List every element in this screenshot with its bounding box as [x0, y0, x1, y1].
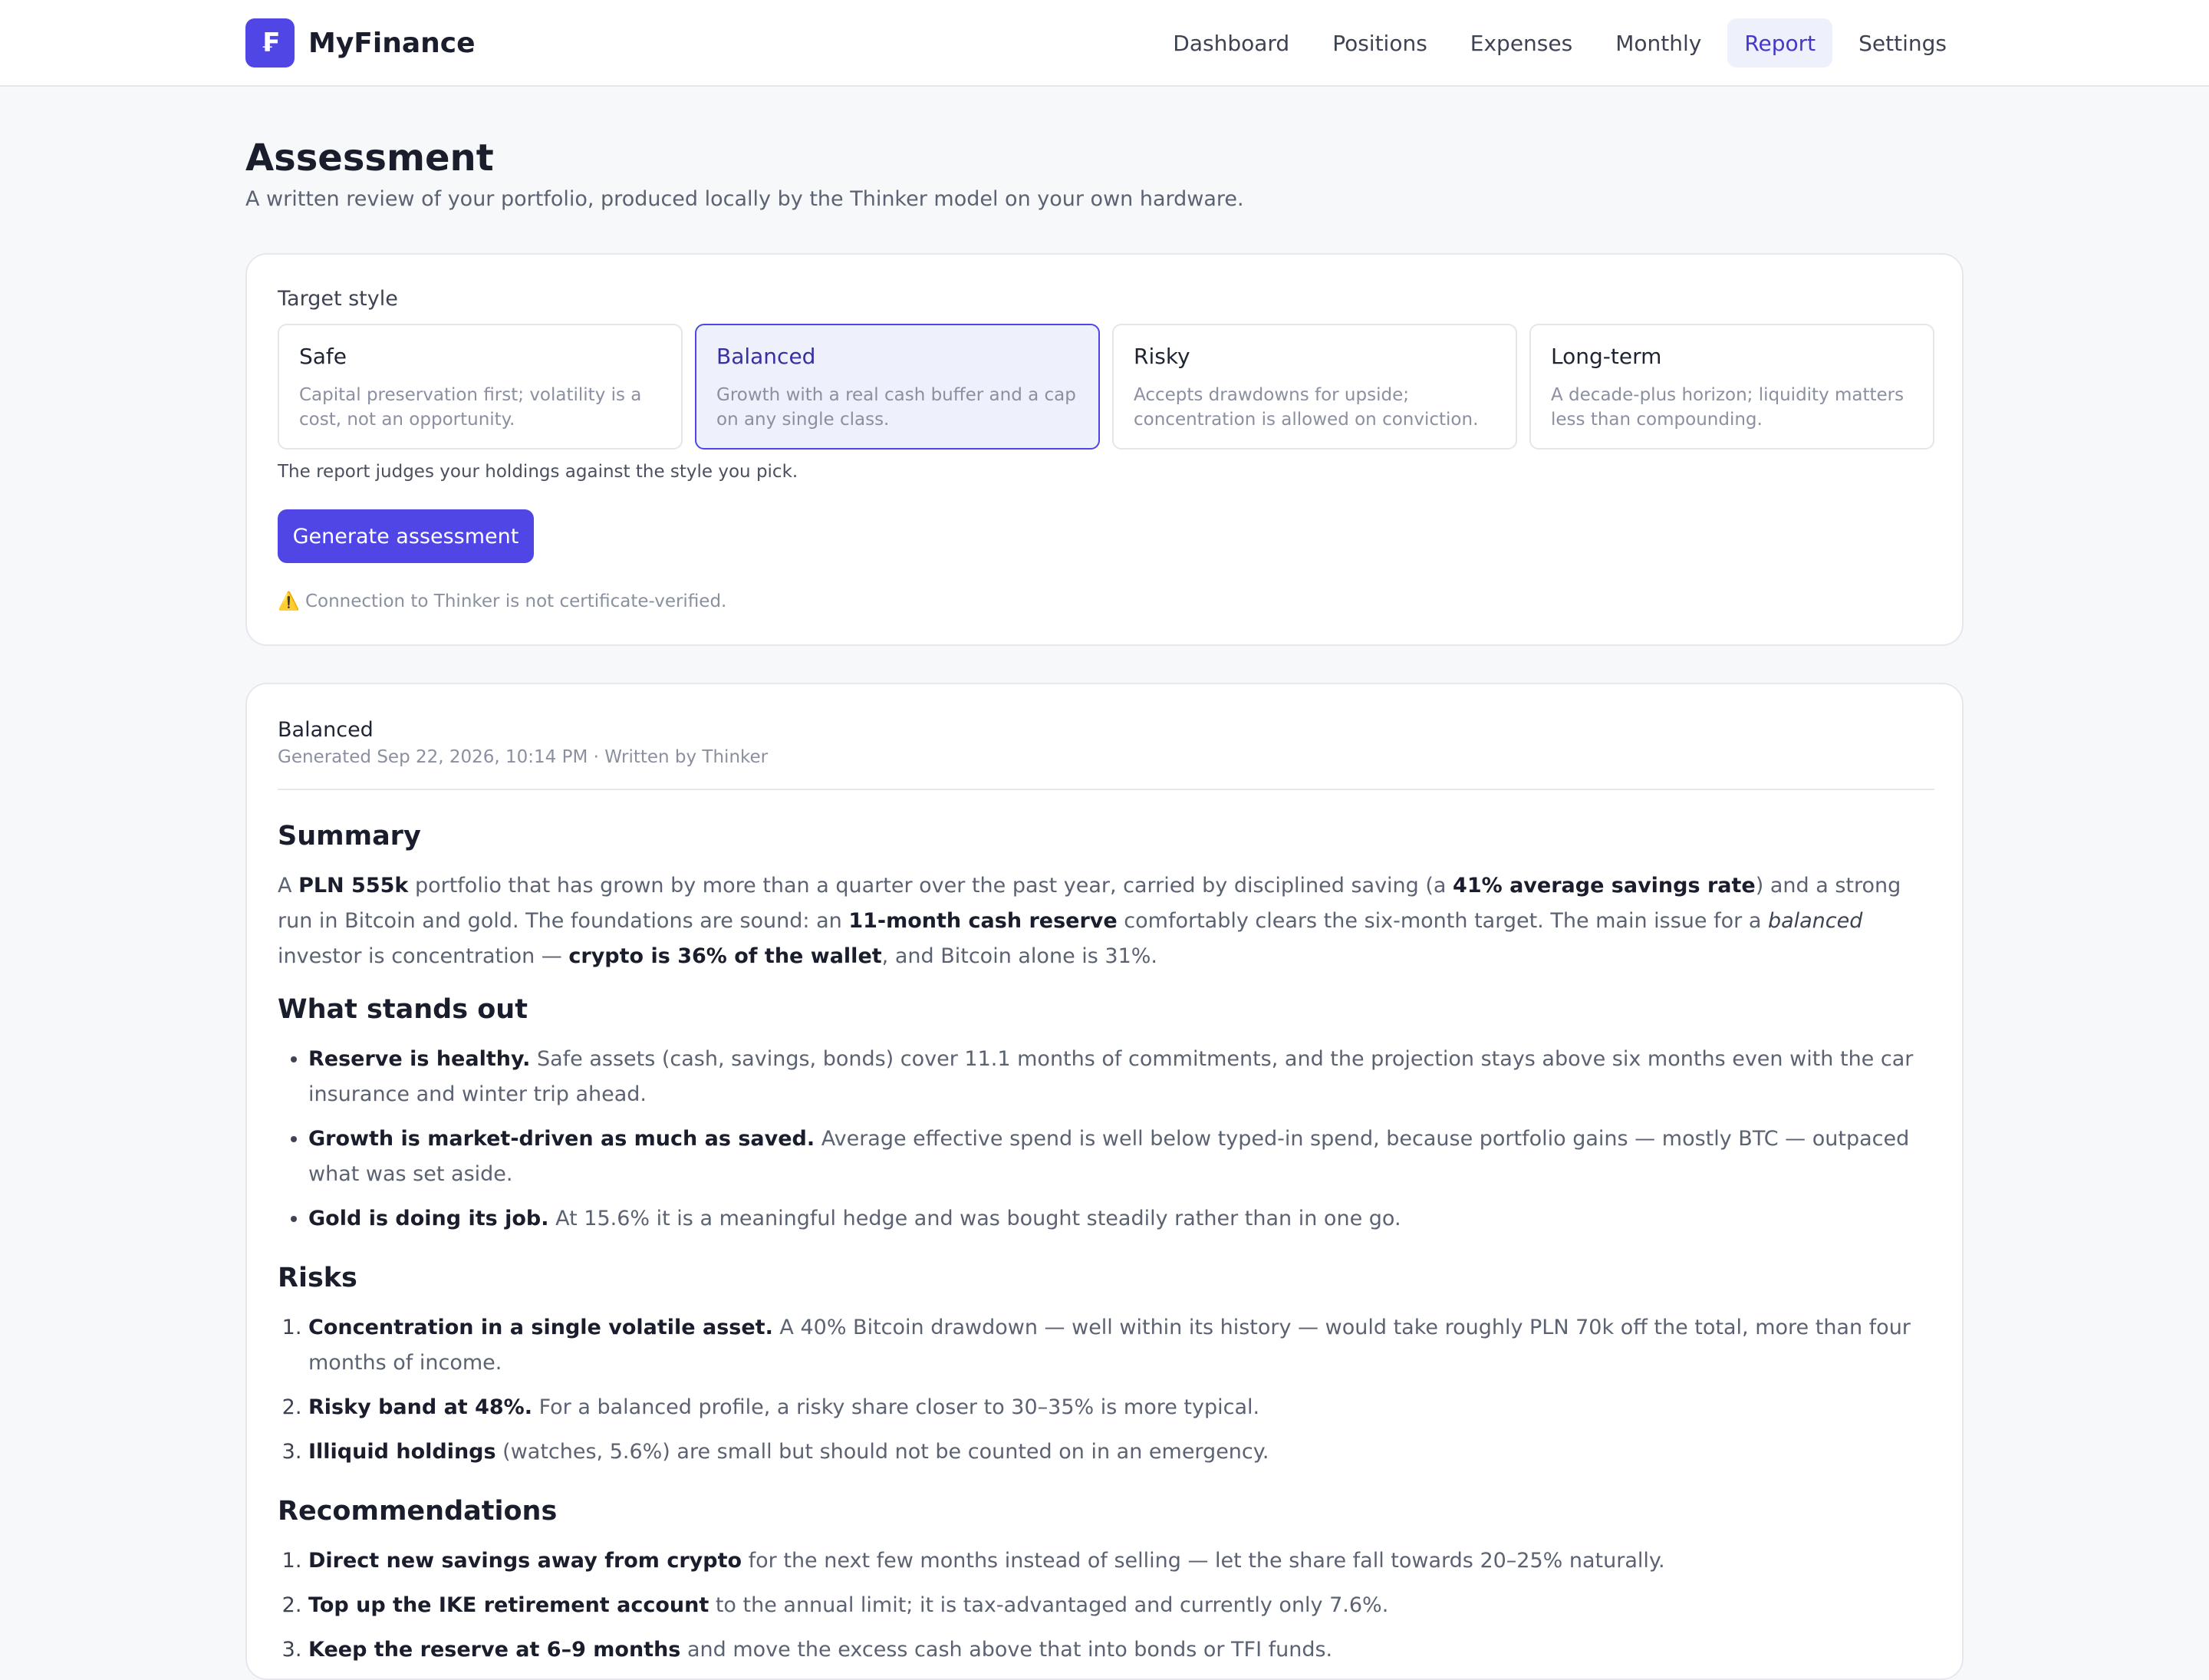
main-nav: Dashboard Positions Expenses Monthly Rep… [1147, 18, 1964, 68]
brand[interactable]: ₣ MyFinance [245, 18, 476, 68]
target-style-card: Target style Safe Capital preservation f… [245, 253, 1964, 646]
top-bar: ₣ MyFinance Dashboard Positions Expenses… [0, 0, 2209, 87]
app-logo-icon: ₣ [245, 18, 295, 68]
list-item: Direct new savings away from crypto for … [308, 1543, 1934, 1579]
list-item: Gold is doing its job. At 15.6% it is a … [308, 1201, 1934, 1237]
style-option-safe[interactable]: Safe Capital preservation first; volatil… [278, 324, 683, 450]
target-style-label: Target style [278, 287, 398, 311]
list-item: Growth is market-driven as much as saved… [308, 1122, 1934, 1192]
app-name: MyFinance [308, 27, 476, 59]
list-item: Reserve is healthy. Safe assets (cash, s… [308, 1042, 1934, 1112]
stands-out-heading: What stands out [278, 994, 528, 1025]
style-option-name: Safe [299, 344, 347, 369]
nav-expenses[interactable]: Expenses [1453, 18, 1589, 68]
nav-settings[interactable]: Settings [1842, 18, 1964, 68]
style-option-name: Balanced [716, 344, 816, 369]
list-item: Illiquid holdings (watches, 5.6%) are sm… [308, 1435, 1934, 1470]
recommendations-list: Direct new savings away from crypto for … [278, 1543, 1934, 1668]
summary-heading: Summary [278, 821, 421, 852]
style-option-risky[interactable]: Risky Accepts drawdowns for upside; conc… [1112, 324, 1517, 450]
target-style-options: Safe Capital preservation first; volatil… [278, 324, 1934, 450]
report-style: Balanced [278, 718, 374, 742]
nav-monthly[interactable]: Monthly [1598, 18, 1718, 68]
style-option-balanced[interactable]: Balanced Growth with a real cash buffer … [695, 324, 1100, 450]
report-body: Summary A PLN 555k portfolio that has gr… [278, 819, 1934, 1677]
list-item: Top up the IKE retirement account to the… [308, 1588, 1934, 1623]
warning-text: Connection to Thinker is not certificate… [305, 591, 727, 611]
risks-heading: Risks [278, 1263, 357, 1293]
list-item: Concentration in a single volatile asset… [308, 1310, 1934, 1381]
style-option-long-term[interactable]: Long-term A decade-plus horizon; liquidi… [1529, 324, 1934, 450]
list-item: Keep the reserve at 6–9 months and move … [308, 1632, 1934, 1668]
warning-icon: ⚠️ [278, 591, 300, 611]
recommendations-heading: Recommendations [278, 1496, 558, 1527]
style-hint: The report judges your holdings against … [278, 462, 798, 482]
nav-report[interactable]: Report [1727, 18, 1833, 68]
nav-dashboard[interactable]: Dashboard [1156, 18, 1306, 68]
page-subtitle: A written review of your portfolio, prod… [245, 187, 1244, 211]
divider [278, 789, 1934, 790]
summary-paragraph: A PLN 555k portfolio that has grown by m… [278, 874, 1901, 968]
style-option-description: Capital preservation first; volatility i… [299, 385, 642, 430]
page-title: Assessment [245, 137, 494, 180]
list-item: Risky band at 48%. For a balanced profil… [308, 1390, 1934, 1425]
stands-out-list: Reserve is healthy. Safe assets (cash, s… [278, 1042, 1934, 1237]
style-option-description: Growth with a real cash buffer and a cap… [716, 385, 1076, 430]
report-meta: Generated Sep 22, 2026, 10:14 PM · Writt… [278, 747, 769, 767]
generate-assessment-button[interactable]: Generate assessment [278, 509, 534, 563]
report-card: Balanced Generated Sep 22, 2026, 10:14 P… [245, 683, 1964, 1680]
style-option-description: A decade-plus horizon; liquidity matters… [1551, 385, 1904, 430]
style-option-name: Risky [1134, 344, 1190, 369]
style-option-name: Long-term [1551, 344, 1662, 369]
nav-positions[interactable]: Positions [1315, 18, 1444, 68]
risks-list: Concentration in a single volatile asset… [278, 1310, 1934, 1470]
style-option-description: Accepts drawdowns for upside; concentrat… [1134, 385, 1479, 430]
certificate-warning: ⚠️ Connection to Thinker is not certific… [278, 591, 726, 611]
